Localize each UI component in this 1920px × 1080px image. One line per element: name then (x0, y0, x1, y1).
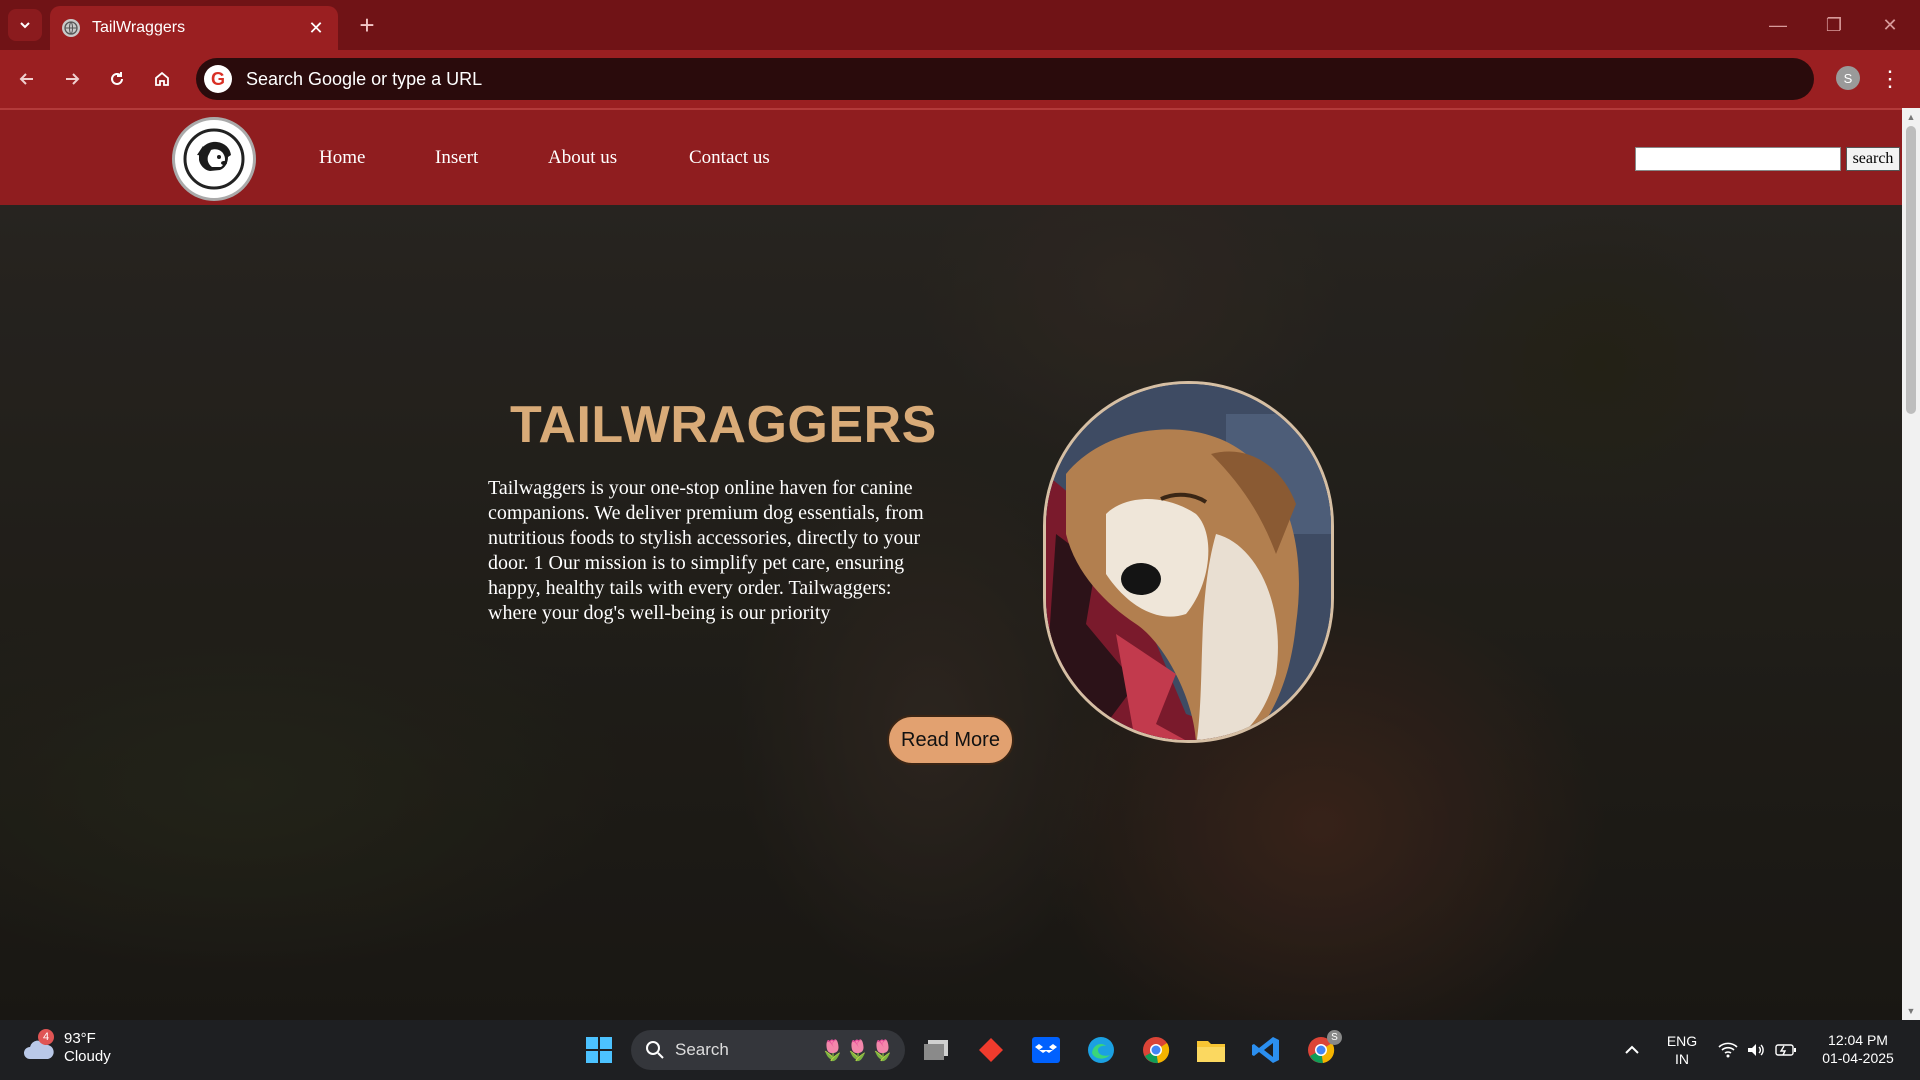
browser-tab[interactable]: TailWraggers ✕ (50, 6, 338, 50)
nav-about-us[interactable]: About us (548, 147, 617, 169)
clock-date: 01-04-2025 (1822, 1050, 1894, 1066)
menu-dots-icon[interactable]: ⋮ (1879, 64, 1901, 94)
chrome-profile-badge: S (1327, 1030, 1342, 1045)
home-button[interactable] (145, 62, 179, 96)
globe-icon (62, 19, 80, 37)
arrow-right-icon (66, 73, 80, 85)
scroll-thumb[interactable] (1906, 126, 1916, 414)
chevron-down-icon (20, 22, 30, 29)
page-viewport: Home Insert About us Contact us search T… (0, 108, 1902, 1020)
taskbar-search[interactable]: Search 🌷🌷🌷 (631, 1030, 905, 1070)
scroll-up-icon[interactable]: ▲ (1906, 112, 1916, 122)
clock[interactable]: 12:04 PM 01-04-2025 (1812, 1031, 1904, 1067)
site-logo[interactable] (172, 117, 256, 201)
close-window-button[interactable]: ✕ (1870, 8, 1910, 42)
language-indicator[interactable]: ENG IN (1662, 1032, 1702, 1068)
hero-description: Tailwaggers is your one-stop online have… (488, 477, 924, 624)
dropbox-icon[interactable] (1028, 1032, 1064, 1068)
dog-photo (1043, 381, 1334, 743)
tab-search-dropdown[interactable] (8, 9, 42, 41)
browser-toolbar: G Search Google or type a URL S ⋮ (0, 50, 1920, 108)
restore-button[interactable]: ❐ (1814, 8, 1854, 42)
site-search-input[interactable] (1635, 147, 1841, 171)
arrow-left-icon (19, 73, 33, 85)
hero-background-photo (0, 205, 1902, 1020)
reload-button[interactable] (100, 62, 134, 96)
file-explorer-icon[interactable] (1193, 1032, 1229, 1068)
reload-icon (111, 72, 123, 85)
hero-title: TAILWRAGGERS (510, 396, 937, 454)
windows-icon (586, 1037, 612, 1063)
language-code: ENG (1666, 1033, 1698, 1049)
weather-desc: Cloudy (64, 1048, 111, 1065)
weather-temp: 93°F (64, 1030, 96, 1047)
chevron-up-icon[interactable] (1614, 1032, 1650, 1068)
nav-insert[interactable]: Insert (435, 147, 478, 169)
tulips-icon: 🌷🌷🌷 (820, 1039, 895, 1062)
read-more-button[interactable]: Read More (887, 715, 1014, 765)
site-search-button[interactable]: search (1846, 147, 1900, 171)
profile-avatar[interactable]: S (1836, 66, 1860, 90)
taskbar: 4 93°F Cloudy Search 🌷🌷🌷 S ENG IN 12:04 … (0, 1020, 1920, 1080)
taskbar-search-label: Search (675, 1040, 729, 1059)
address-bar[interactable]: G Search Google or type a URL (196, 58, 1814, 100)
language-region: IN (1675, 1051, 1689, 1067)
start-button[interactable] (581, 1032, 617, 1068)
weather-badge: 4 (38, 1029, 54, 1045)
address-bar-placeholder: Search Google or type a URL (246, 68, 483, 89)
back-button[interactable] (10, 62, 44, 96)
forward-button[interactable] (55, 62, 89, 96)
close-icon[interactable]: ✕ (306, 18, 326, 38)
new-tab-button[interactable]: + (352, 10, 382, 40)
google-icon: G (204, 65, 232, 93)
tab-title: TailWraggers (92, 19, 186, 36)
edge-icon[interactable] (1083, 1032, 1119, 1068)
chrome-profile-icon[interactable]: S (1303, 1030, 1342, 1068)
task-view-icon[interactable] (918, 1032, 954, 1068)
dog-logo-icon (183, 128, 245, 190)
nav-home[interactable]: Home (319, 147, 365, 169)
vscode-icon[interactable] (1248, 1032, 1284, 1068)
nav-contact-us[interactable]: Contact us (689, 147, 770, 169)
battery-icon[interactable] (1768, 1032, 1804, 1068)
tab-strip: TailWraggers ✕ + — ❐ ✕ (0, 0, 1920, 50)
hero-section: TAILWRAGGERS Tailwaggers is your one-sto… (0, 205, 1902, 1020)
site-header: Home Insert About us Contact us search (0, 108, 1902, 205)
minimize-button[interactable]: — (1758, 8, 1798, 42)
anydesk-icon[interactable] (973, 1032, 1009, 1068)
scroll-down-icon[interactable]: ▼ (1906, 1006, 1916, 1016)
home-icon (155, 71, 169, 86)
search-icon (646, 1041, 664, 1059)
cloud-icon: 4 (22, 1029, 56, 1061)
clock-time: 12:04 PM (1828, 1032, 1888, 1048)
chrome-icon[interactable] (1138, 1032, 1174, 1068)
page-scrollbar[interactable]: ▲ ▼ (1902, 108, 1920, 1020)
weather-widget[interactable]: 4 93°F Cloudy (22, 1029, 111, 1066)
